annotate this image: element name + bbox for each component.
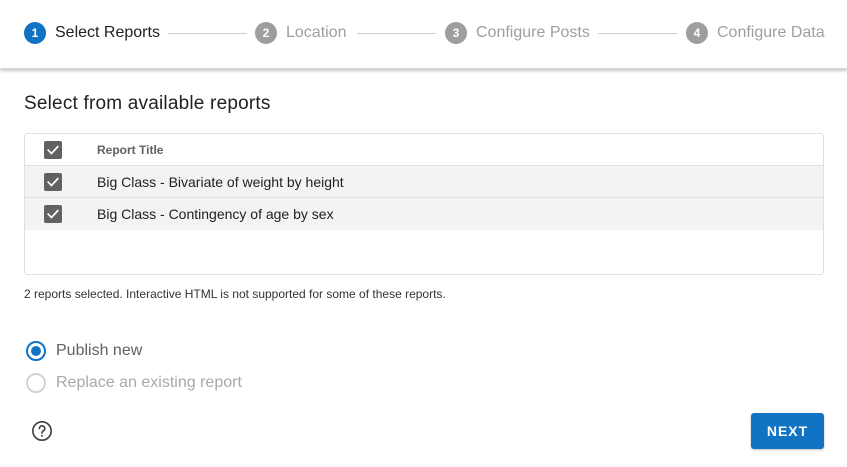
report-title-cell: Big Class - Bivariate of weight by heigh… bbox=[97, 173, 344, 190]
step-connector bbox=[598, 33, 677, 34]
table-row[interactable]: Big Class - Contingency of age by sex bbox=[25, 198, 823, 230]
report-title-cell: Big Class - Contingency of age by sex bbox=[97, 206, 334, 222]
radio-publish-new[interactable]: Publish new bbox=[26, 341, 142, 361]
next-button[interactable]: NEXT bbox=[751, 413, 824, 449]
step-configure-data[interactable]: 4 Configure Data bbox=[686, 22, 825, 44]
reports-table: Report Title Big Class - Bivariate of we… bbox=[24, 133, 824, 275]
step-location[interactable]: 2 Location bbox=[255, 22, 347, 44]
step-configure-posts[interactable]: 3 Configure Posts bbox=[445, 22, 590, 44]
table-header: Report Title bbox=[25, 134, 823, 166]
stepper: 1 Select Reports 2 Location 3 Configure … bbox=[0, 0, 847, 69]
step-connector bbox=[357, 33, 436, 34]
checkmark-icon bbox=[47, 209, 59, 219]
help-circle-icon[interactable] bbox=[31, 420, 53, 442]
column-header-report-title[interactable]: Report Title bbox=[97, 143, 163, 157]
step-label: Location bbox=[286, 24, 347, 41]
step-number: 3 bbox=[445, 22, 467, 44]
step-number: 2 bbox=[255, 22, 277, 44]
step-label: Select Reports bbox=[55, 24, 160, 41]
checkmark-icon bbox=[47, 177, 59, 187]
row-checkbox[interactable] bbox=[44, 172, 62, 191]
select-all-checkbox[interactable] bbox=[44, 140, 62, 159]
section-title: Select from available reports bbox=[24, 93, 271, 114]
step-number: 1 bbox=[24, 22, 46, 44]
table-row[interactable]: Big Class - Bivariate of weight by heigh… bbox=[25, 166, 823, 198]
publish-dialog: 1 Select Reports 2 Location 3 Configure … bbox=[0, 0, 847, 464]
selection-status: 2 reports selected. Interactive HTML is … bbox=[24, 287, 446, 301]
radio-label: Replace an existing report bbox=[56, 374, 242, 391]
step-connector bbox=[168, 33, 247, 34]
radio-button[interactable] bbox=[26, 341, 46, 361]
radio-label: Publish new bbox=[56, 342, 143, 359]
step-label: Configure Posts bbox=[476, 24, 590, 41]
step-label: Configure Data bbox=[717, 24, 825, 41]
radio-button[interactable] bbox=[26, 373, 46, 393]
radio-replace-existing[interactable]: Replace an existing report bbox=[26, 373, 242, 393]
checkmark-icon bbox=[47, 145, 59, 155]
step-number: 4 bbox=[686, 22, 708, 44]
row-checkbox[interactable] bbox=[44, 205, 62, 223]
step-select-reports[interactable]: 1 Select Reports bbox=[24, 22, 160, 44]
